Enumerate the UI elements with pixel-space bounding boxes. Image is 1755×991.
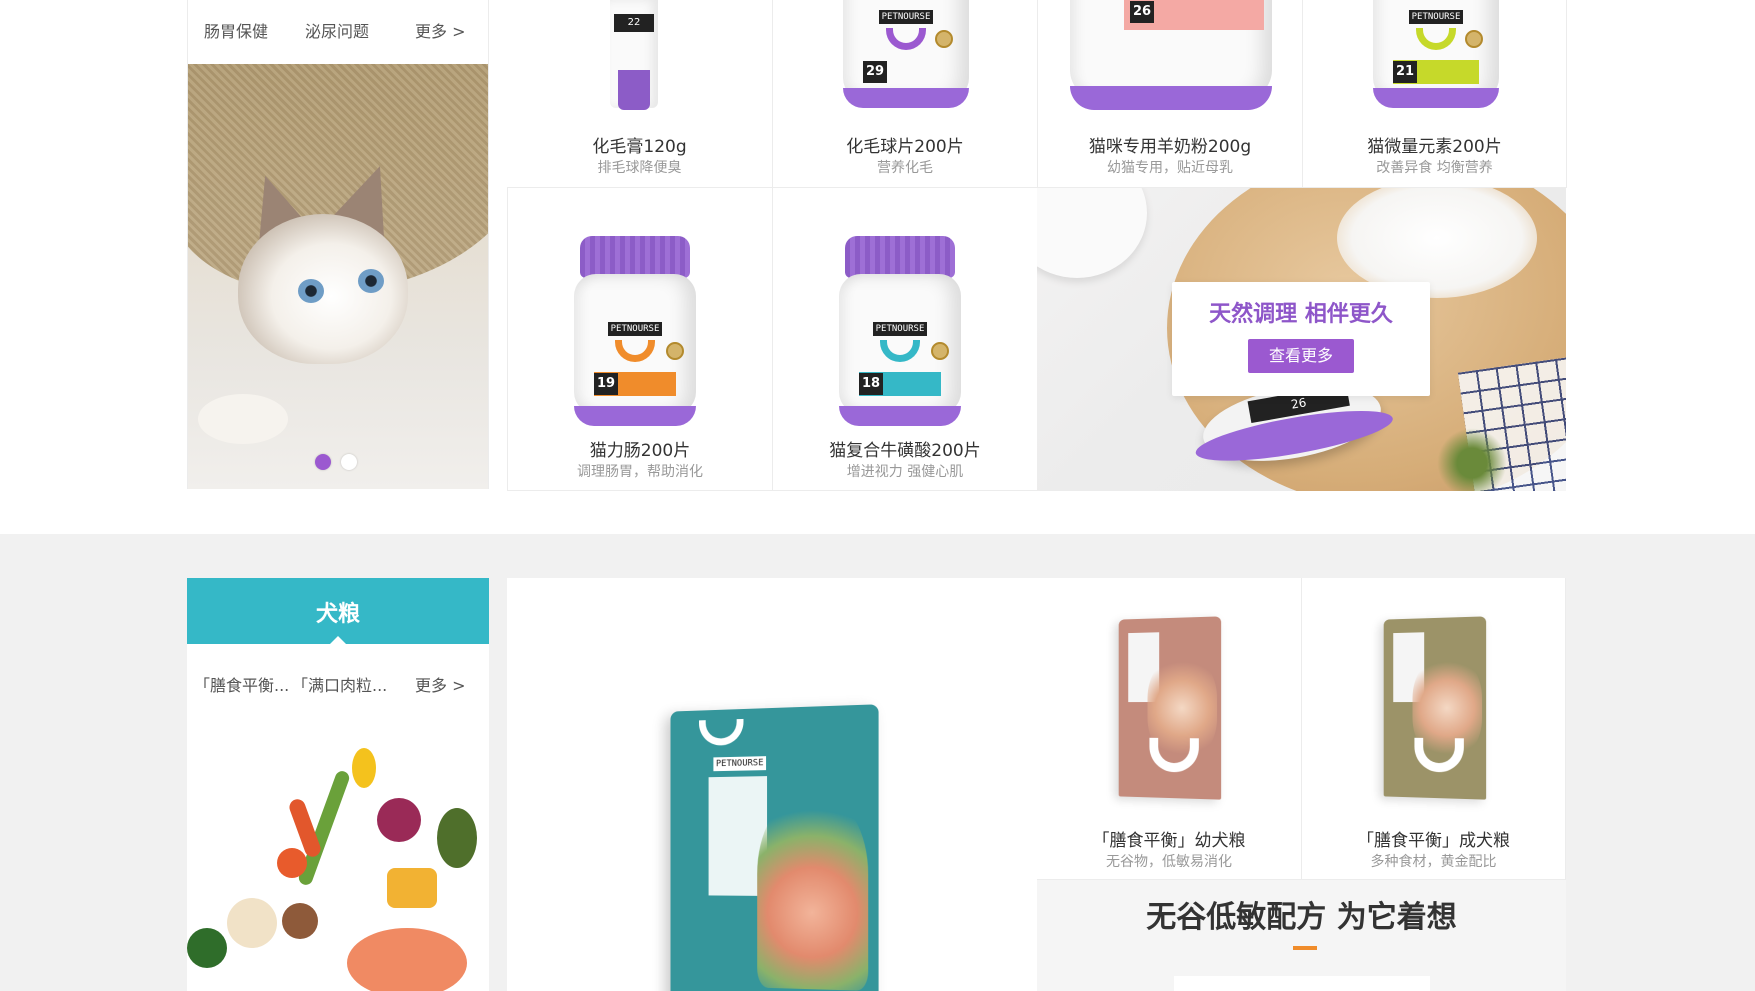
sub-tab-stomach[interactable]: 肠胃保健 [204,18,268,42]
cat-promo-banner[interactable]: 26 天然调理 相伴更久 查看更多 [1037,188,1566,491]
product-name[interactable]: 猫咪专用羊奶粉200g [1038,132,1302,157]
dog-promo-banner[interactable]: 无谷低敏配方 为它着想 [1037,880,1566,991]
product-name[interactable]: 猫力肠200片 [508,436,772,461]
product-card[interactable]: PETNOURSE 19 猫力肠200片 调理肠胃，帮助消化 [507,188,773,491]
product-desc: 调理肠胃，帮助消化 [577,464,703,480]
puppy-food-bag-image [1118,616,1222,800]
cat-more-link[interactable]: 更多 > [415,18,466,42]
cat-sub-tabs: 肠胃保健 泌尿问题 更多 > [187,0,489,64]
product-card[interactable]: 「膳食平衡」幼犬粮 无谷物，低敏易消化 [1037,578,1302,880]
carousel-dot-2[interactable] [341,454,357,470]
gold-seal-icon [666,342,684,360]
product-card[interactable]: PETNOURSE 21 猫微量元素200片 改善异食 均衡营养 [1303,0,1567,188]
dog-category-header[interactable]: 犬粮 [187,578,489,645]
product-card[interactable]: 「膳食平衡」成犬粮 多种食材，黄金配比 [1302,578,1566,880]
dog-food-hero[interactable]: PETNOURSE [507,578,1037,991]
product-card[interactable]: PETNOURSE 29 化毛球片200片 营养化毛 [773,0,1038,188]
product-name[interactable]: 化毛膏120g [507,132,772,157]
product-desc: 幼猫专用，贴近母乳 [1107,160,1233,176]
dog-banner-title: 无谷低敏配方 为它着想 [1146,900,1457,935]
carousel-dots [315,454,357,470]
jar-product-image: PETNOURSE 18 [839,236,961,426]
dog-more-link[interactable]: 更多 > [415,672,466,696]
product-desc: 无谷物，低敏易消化 [1106,854,1232,870]
carousel-dot-1[interactable] [315,454,331,470]
sub-tab-urinary[interactable]: 泌尿问题 [305,18,369,42]
cat-carousel-image[interactable] [188,64,488,489]
product-name[interactable]: 「膳食平衡」成犬粮 [1302,826,1565,851]
product-card[interactable]: PETNOURSE 26 猫咪专用羊奶粉200g 幼猫专用，贴近母乳 [1038,0,1303,188]
adult-food-bag-image [1383,616,1487,800]
vegetables-image[interactable] [187,748,489,991]
dog-food-bag-image: PETNOURSE [670,704,879,991]
product-card[interactable]: PETNOURSE 18 猫复合牛磺酸200片 增进视力 强健心肌 [773,188,1038,491]
caret-up-icon [329,636,347,645]
product-desc: 多种食材，黄金配比 [1370,854,1497,870]
promo-title: 天然调理 相伴更久 [1209,302,1393,327]
jar-product-image: PETNOURSE 21 [1373,0,1499,110]
view-more-button[interactable]: 查看更多 [1248,339,1354,373]
gold-seal-icon [935,30,953,48]
product-desc: 改善异食 均衡营养 [1376,160,1493,176]
dog-category-panel: 犬粮 「膳食平衡... 「满口肉粒... 更多 > [187,578,489,991]
jar-product-image: PETNOURSE 29 [843,0,969,110]
product-name[interactable]: 猫微量元素200片 [1303,132,1566,157]
product-name[interactable]: 化毛球片200片 [773,132,1037,157]
dog-category-title: 犬粮 [315,602,360,627]
jar-product-image: PETNOURSE 19 [574,236,696,426]
product-desc: 营养化毛 [877,160,933,176]
accent-divider [1293,946,1317,950]
product-name[interactable]: 「膳食平衡」幼犬粮 [1037,826,1301,851]
product-name[interactable]: 猫复合牛磺酸200片 [773,436,1037,461]
dog-sub-tab-balanced[interactable]: 「膳食平衡... [194,672,289,696]
gold-seal-icon [1465,30,1483,48]
milk-powder-jar-image: PETNOURSE 26 [1070,0,1272,110]
gold-seal-icon [931,342,949,360]
promo-card: 天然调理 相伴更久 查看更多 [1172,282,1430,396]
product-desc: 排毛球降便臭 [597,160,682,176]
milk-cup-decor [1037,188,1147,278]
product-card[interactable]: 22 化毛膏120g 排毛球降便臭 [507,0,773,188]
product-desc: 增进视力 强健心肌 [846,464,964,480]
tube-product-image: 22 [610,0,658,110]
herb-decor [1437,428,1507,491]
dog-sub-tab-meat[interactable]: 「满口肉粒... [292,672,387,696]
